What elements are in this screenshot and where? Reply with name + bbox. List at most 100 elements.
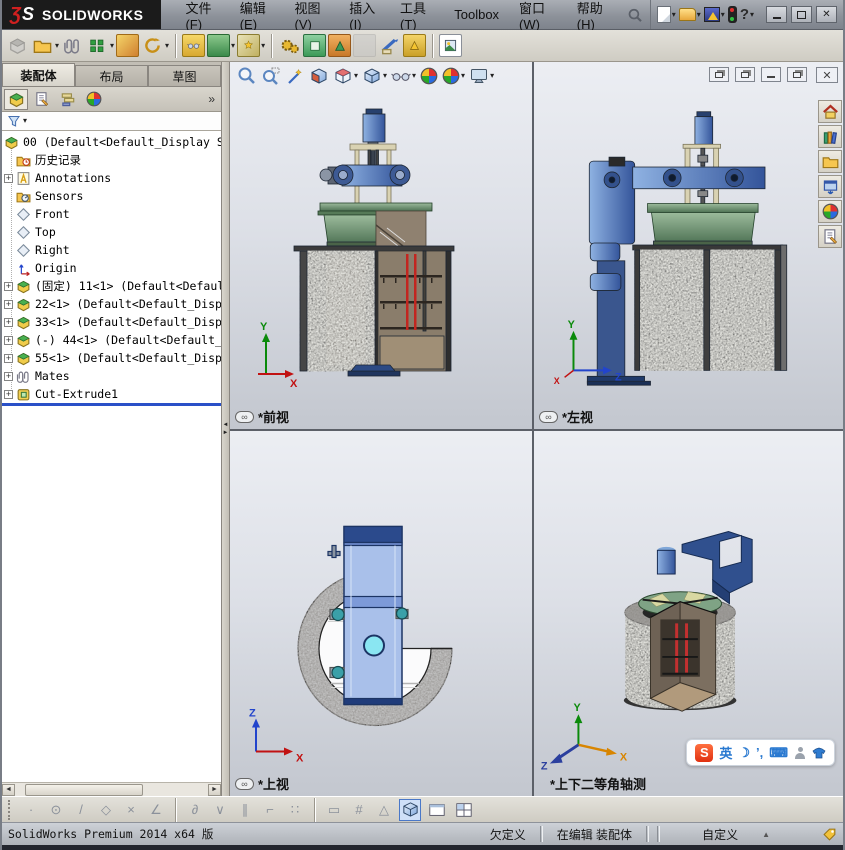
tree-item-origin[interactable]: Origin [2,259,221,277]
tag-icon[interactable] [822,827,837,842]
tab-layout[interactable]: 布局 [75,65,148,86]
hide-show-items-button[interactable]: ▾ [390,65,417,87]
expand-right-icon[interactable]: ► [223,430,229,436]
panel-overflow-button[interactable]: » [208,92,219,106]
ime-skin-icon[interactable] [812,746,826,760]
doc-split-left-button[interactable] [709,67,729,82]
rectangle-tool-button[interactable]: ▭ [324,802,344,818]
expand-icon[interactable]: + [4,300,13,309]
menu-insert[interactable]: 插入(I) [339,0,390,29]
move-component-button[interactable]: ▾ [141,34,169,57]
expand-icon[interactable]: + [4,174,13,183]
menu-edit[interactable]: 编辑(E) [230,0,285,29]
tree-item-annotations[interactable]: + Annotations [2,169,221,187]
apply-scene-button[interactable]: ▾ [441,66,466,86]
toolbar-grip[interactable] [8,800,12,820]
edit-appearance-button[interactable] [419,66,439,86]
measure-button[interactable] [378,34,401,57]
instant3d-button[interactable] [353,34,376,57]
ime-account-icon[interactable] [794,747,806,759]
tree-item-sensors[interactable]: Sensors [2,187,221,205]
insert-component-button[interactable] [6,34,29,57]
view-settings-button[interactable]: ▾ [468,65,495,87]
tree-item-component-22[interactable]: + 22<1> (Default<Default_Displa [2,295,221,313]
help-button[interactable]: ?▾ [740,6,754,23]
viewport-front[interactable]: Y X ∞ *前视 [230,62,532,429]
show-hidden-components-button[interactable] [182,34,205,57]
menu-file[interactable]: 文件(F) [175,0,229,29]
four-viewport-button[interactable] [453,799,475,821]
tree-item-component-33[interactable]: + 33<1> (Default<Default_Displa [2,313,221,331]
doc-split-right-button[interactable] [735,67,755,82]
ime-language-button[interactable]: 英 [719,743,732,762]
doc-restore-button[interactable] [787,67,807,82]
tree-item-top-plane[interactable]: Top [2,223,221,241]
minimize-button[interactable] [766,6,787,23]
tree-item-component-11[interactable]: + (固定) 11<1> (Default<Default [2,277,221,295]
featuremanager-tab-button[interactable] [4,89,28,110]
tree-item-history[interactable]: 历史记录 [2,151,221,169]
sketch-trim-button[interactable]: × [121,802,141,817]
panel-horizontal-scrollbar[interactable]: ◄ ► [2,782,221,796]
viewport-left[interactable]: Y Z X ∞ *左视 [534,62,843,429]
configurationmanager-tab-button[interactable] [56,89,80,110]
shaded-display-button[interactable] [399,799,421,821]
doc-close-button[interactable]: ✕ [816,67,838,83]
ime-keyboard-icon[interactable]: ⌨ [769,745,788,761]
resources-home-button[interactable] [818,100,842,123]
display-style-button[interactable]: ▾ [361,65,388,87]
expand-icon[interactable]: + [4,372,13,381]
tree-item-component-44[interactable]: + (-) 44<1> (Default<Default_Di [2,331,221,349]
view-palette-button[interactable] [818,175,842,198]
ime-punctuation-icon[interactable]: ’, [756,745,763,760]
simulation-advisor-button[interactable] [403,34,426,57]
zoom-fit-button[interactable] [236,65,258,87]
design-library-button[interactable] [818,125,842,148]
assembly-features-button[interactable]: ▾ [207,34,235,57]
viewport-isometric[interactable]: Y X Z S 英 ☽ ’, ⌨ *上下二等角轴测 [534,431,843,796]
relation-tangent-button[interactable]: ∂ [185,802,205,817]
tab-sketch[interactable]: 草图 [148,65,221,86]
tree-item-assembly-root[interactable]: 00 (Default<Default_Display Sta [2,133,221,151]
displaymanager-tab-button[interactable] [82,89,106,110]
sketch-circle-button[interactable]: ⊙ [46,802,66,818]
section-view-button[interactable] [308,65,330,87]
search-icon[interactable] [626,5,644,25]
close-button[interactable]: ✕ [816,6,837,23]
custom-properties-button[interactable] [818,225,842,248]
tree-item-front-plane[interactable]: Front [2,205,221,223]
open-document-button[interactable]: ▾ [679,8,701,21]
filter-button[interactable]: ▾ [4,114,30,128]
propertymanager-tab-button[interactable] [30,89,54,110]
tree-item-component-55[interactable]: + 55<1> (Default<Default_Displa [2,349,221,367]
rebuild-button[interactable]: ▾ [704,7,725,22]
mate-button[interactable] [61,34,84,57]
xpress-products-button[interactable] [728,6,737,23]
ime-logo-icon[interactable]: S [695,744,713,762]
panel-splitter[interactable]: ◄ ► [222,62,230,796]
expand-icon[interactable]: + [4,336,13,345]
ime-fullhalf-icon[interactable]: ☽ [738,745,750,761]
relation-coincident-button[interactable]: ∨ [210,802,230,818]
single-viewport-button[interactable] [426,799,448,821]
sketch-polygon-button[interactable]: ◇ [96,802,116,818]
menu-tools[interactable]: 工具(T) [390,0,444,29]
new-document-button[interactable]: ▾ [657,6,676,23]
relation-parallel-button[interactable]: ∥ [235,802,255,818]
tab-assembly[interactable]: 装配体 [2,63,75,86]
reference-geometry-button[interactable]: ▾ [237,34,265,57]
exploded-view-button[interactable] [303,34,326,57]
tree-item-cut-extrude[interactable]: + Cut-Extrude1 [2,385,221,401]
relation-perpendicular-button[interactable]: ⌐ [260,802,280,817]
custom-toolbar-button[interactable]: 自定义 [692,826,748,843]
maximize-button[interactable] [791,6,812,23]
expand-icon[interactable]: + [4,354,13,363]
menu-view[interactable]: 视图(V) [284,0,339,29]
expand-icon[interactable]: + [4,282,13,291]
menu-help[interactable]: 帮助(H) [567,0,622,29]
previous-view-button[interactable] [284,65,306,87]
relation-pattern-button[interactable]: ∷ [285,802,305,818]
scroll-right-icon[interactable]: ► [208,784,221,796]
open-part-button[interactable]: ▾ [31,34,59,57]
tree-item-mates[interactable]: + Mates [2,367,221,385]
